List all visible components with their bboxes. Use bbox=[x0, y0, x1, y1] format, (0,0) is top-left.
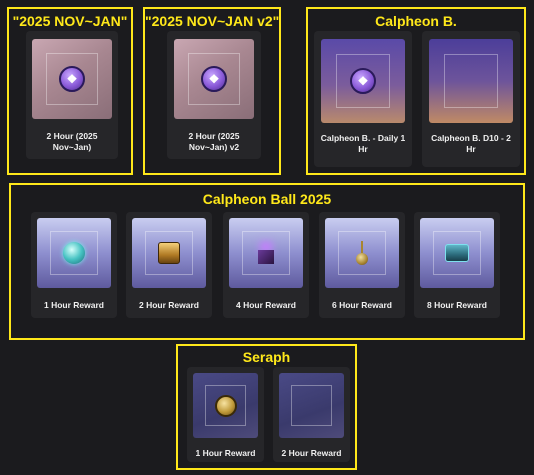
reward-label: 2 Hour Reward bbox=[281, 448, 342, 458]
reward-label: 4 Hour Reward bbox=[236, 300, 296, 310]
pendant-icon bbox=[356, 241, 368, 265]
teal-chest-icon bbox=[445, 244, 469, 262]
reward-label: 8 Hour Reward bbox=[427, 300, 487, 310]
gold-coin-icon bbox=[214, 394, 237, 417]
group-title: Seraph bbox=[242, 349, 291, 365]
group-title: Calpheon B. bbox=[375, 13, 457, 29]
reward-thumbnail: ❖ bbox=[174, 39, 254, 119]
reward-thumbnail bbox=[325, 218, 399, 288]
reward-label: 2 Hour (2025 Nov~Jan) bbox=[46, 131, 98, 152]
reward-label: 6 Hour Reward bbox=[332, 300, 392, 310]
group-calpheon-ball-2025: Calpheon Ball 2025 1 Hour Reward 2 Hour … bbox=[9, 183, 525, 340]
reward-card[interactable]: 2 Hour Reward bbox=[126, 212, 212, 318]
group-title: "2025 NOV~JAN v2" bbox=[145, 13, 280, 29]
reward-label: 2 Hour Reward bbox=[139, 300, 199, 310]
reward-label: Calpheon B. - Daily 1 Hr bbox=[320, 133, 406, 154]
reward-label: 1 Hour Reward bbox=[44, 300, 104, 310]
reward-card[interactable]: 2 Hour Reward bbox=[273, 367, 350, 462]
reward-card[interactable]: ❖ Calpheon B. - Daily 1 Hr bbox=[314, 31, 412, 167]
reward-thumbnail bbox=[229, 218, 303, 288]
reward-thumbnail bbox=[193, 373, 258, 438]
group-calpheon-b: Calpheon B. ❖ Calpheon B. - Daily 1 Hr C… bbox=[306, 7, 526, 175]
teal-orb-icon bbox=[63, 242, 85, 264]
group-seraph: Seraph 1 Hour Reward 2 Hour Reward bbox=[176, 344, 357, 470]
reward-label: 1 Hour Reward bbox=[195, 448, 256, 458]
purple-coin-icon: ❖ bbox=[201, 66, 227, 92]
reward-card[interactable]: 4 Hour Reward bbox=[223, 212, 309, 318]
purple-coin-icon: ❖ bbox=[350, 68, 376, 94]
group-2025-nov-jan: "2025 NOV~JAN" ❖ 2 Hour (2025 Nov~Jan) bbox=[7, 7, 133, 175]
reward-thumbnail bbox=[132, 218, 206, 288]
reward-thumbnail bbox=[420, 218, 494, 288]
reward-card[interactable]: 6 Hour Reward bbox=[319, 212, 405, 318]
group-2025-nov-jan-v2: "2025 NOV~JAN v2" ❖ 2 Hour (2025 Nov~Jan… bbox=[143, 7, 281, 175]
reward-label: 2 Hour (2025 Nov~Jan) v2 bbox=[188, 131, 240, 152]
reward-card[interactable]: ❖ 2 Hour (2025 Nov~Jan) v2 bbox=[167, 31, 261, 159]
purple-coin-icon: ❖ bbox=[59, 66, 85, 92]
group-title: Calpheon Ball 2025 bbox=[202, 191, 332, 207]
reward-thumbnail: ❖ bbox=[32, 39, 112, 119]
reward-card[interactable]: 1 Hour Reward bbox=[31, 212, 117, 318]
group-title: "2025 NOV~JAN" bbox=[12, 13, 128, 29]
purple-cube-icon bbox=[258, 250, 274, 264]
reward-label: Calpheon B. D10 - 2 Hr bbox=[431, 133, 511, 154]
thumbnail-frame bbox=[444, 54, 498, 108]
gold-chest-icon bbox=[158, 242, 180, 264]
thumbnail-frame bbox=[290, 384, 333, 427]
reward-thumbnail bbox=[429, 39, 513, 123]
reward-card[interactable]: ❖ 2 Hour (2025 Nov~Jan) bbox=[26, 31, 118, 159]
reward-card[interactable]: Calpheon B. D10 - 2 Hr bbox=[422, 31, 520, 167]
reward-thumbnail bbox=[279, 373, 344, 438]
reward-card[interactable]: 8 Hour Reward bbox=[414, 212, 500, 318]
reward-thumbnail: ❖ bbox=[321, 39, 405, 123]
reward-thumbnail bbox=[37, 218, 111, 288]
reward-card[interactable]: 1 Hour Reward bbox=[187, 367, 264, 462]
